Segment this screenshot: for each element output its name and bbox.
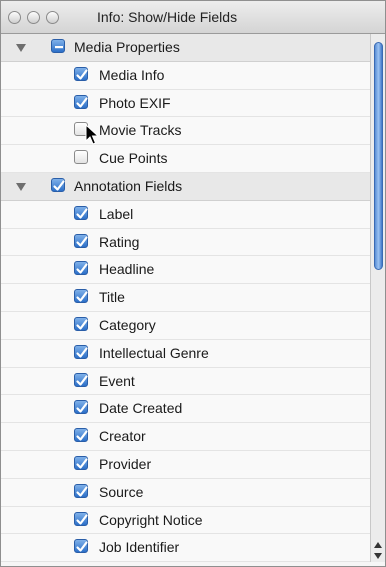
show-hide-fields-window: Info: Show/Hide Fields Media Properties M… <box>0 0 386 567</box>
field-row[interactable]: Category <box>1 311 370 340</box>
disclosure-triangle-icon[interactable] <box>16 182 26 191</box>
field-checkbox[interactable] <box>74 205 88 220</box>
field-label: Job Identifier <box>99 539 180 556</box>
zoom-window-button[interactable] <box>46 11 59 24</box>
field-row[interactable]: Movie Tracks <box>1 117 370 146</box>
field-checkbox[interactable] <box>74 150 88 165</box>
field-label: Movie Tracks <box>99 122 182 139</box>
field-label: Photo EXIF <box>99 94 171 111</box>
field-checkbox[interactable] <box>74 94 88 109</box>
vertical-scrollbar[interactable] <box>370 34 385 562</box>
field-row[interactable]: Date Created <box>1 395 370 424</box>
field-row[interactable]: Cue Points <box>1 145 370 173</box>
field-checkbox[interactable] <box>74 66 88 81</box>
scroll-thumb[interactable] <box>374 42 383 270</box>
window-title: Info: Show/Hide Fields <box>97 9 238 25</box>
group-checkbox[interactable] <box>51 177 65 192</box>
field-row[interactable]: Title <box>1 284 370 312</box>
group-checkbox[interactable] <box>51 39 65 53</box>
field-label: Label <box>99 205 134 222</box>
scroll-up-arrow-icon[interactable] <box>374 542 382 548</box>
field-row[interactable]: Event <box>1 367 370 396</box>
group-row-annotation-fields[interactable]: Annotation Fields <box>1 172 370 201</box>
field-checkbox[interactable] <box>74 428 88 443</box>
field-row[interactable]: Intellectual Genre <box>1 339 370 368</box>
field-label: Provider <box>99 455 152 472</box>
group-label: Annotation Fields <box>74 177 183 194</box>
field-checkbox[interactable] <box>74 483 88 498</box>
field-checkbox[interactable] <box>74 539 88 554</box>
field-checkbox[interactable] <box>74 455 88 470</box>
field-row[interactable]: Rating <box>1 228 370 257</box>
field-checkbox[interactable] <box>74 316 88 331</box>
field-label: Headline <box>99 261 155 278</box>
field-row[interactable]: Photo EXIF <box>1 89 370 118</box>
minimize-window-button[interactable] <box>27 11 40 24</box>
field-row[interactable]: Creator <box>1 423 370 451</box>
field-label: Media Info <box>99 66 165 83</box>
scroll-down-arrow-icon[interactable] <box>374 553 382 559</box>
field-label: Creator <box>99 428 146 445</box>
field-checkbox[interactable] <box>74 233 88 248</box>
field-checkbox[interactable] <box>74 372 88 387</box>
field-checkbox[interactable] <box>74 289 88 304</box>
field-row[interactable]: Copyright Notice <box>1 506 370 535</box>
field-label: Copyright Notice <box>99 511 203 528</box>
field-label: Rating <box>99 233 140 250</box>
fields-list: Media Properties Media Info Photo EXIF Movi… <box>1 34 370 562</box>
field-label: Date Created <box>99 400 183 417</box>
field-label: Cue Points <box>99 150 168 167</box>
field-label: Title <box>99 289 125 306</box>
disclosure-triangle-icon[interactable] <box>16 44 26 52</box>
field-checkbox[interactable] <box>74 344 88 359</box>
mouse-pointer-icon <box>85 124 99 145</box>
field-row[interactable]: Label <box>1 200 370 229</box>
field-row[interactable]: Headline <box>1 256 370 285</box>
field-row[interactable]: Media Info <box>1 61 370 90</box>
field-row[interactable]: Job Identifier <box>1 534 370 562</box>
field-label: Event <box>99 372 135 389</box>
field-row[interactable]: Provider <box>1 450 370 479</box>
field-checkbox[interactable] <box>74 261 88 276</box>
field-row[interactable]: Source <box>1 478 370 507</box>
group-row-media-properties[interactable]: Media Properties <box>1 34 370 62</box>
title-bar[interactable]: Info: Show/Hide Fields <box>1 1 385 34</box>
group-label: Media Properties <box>74 39 180 55</box>
field-checkbox[interactable] <box>74 511 88 526</box>
field-label: Intellectual Genre <box>99 344 209 361</box>
field-checkbox[interactable] <box>74 400 88 415</box>
field-label: Category <box>99 316 156 333</box>
field-label: Source <box>99 483 144 500</box>
close-window-button[interactable] <box>8 11 21 24</box>
